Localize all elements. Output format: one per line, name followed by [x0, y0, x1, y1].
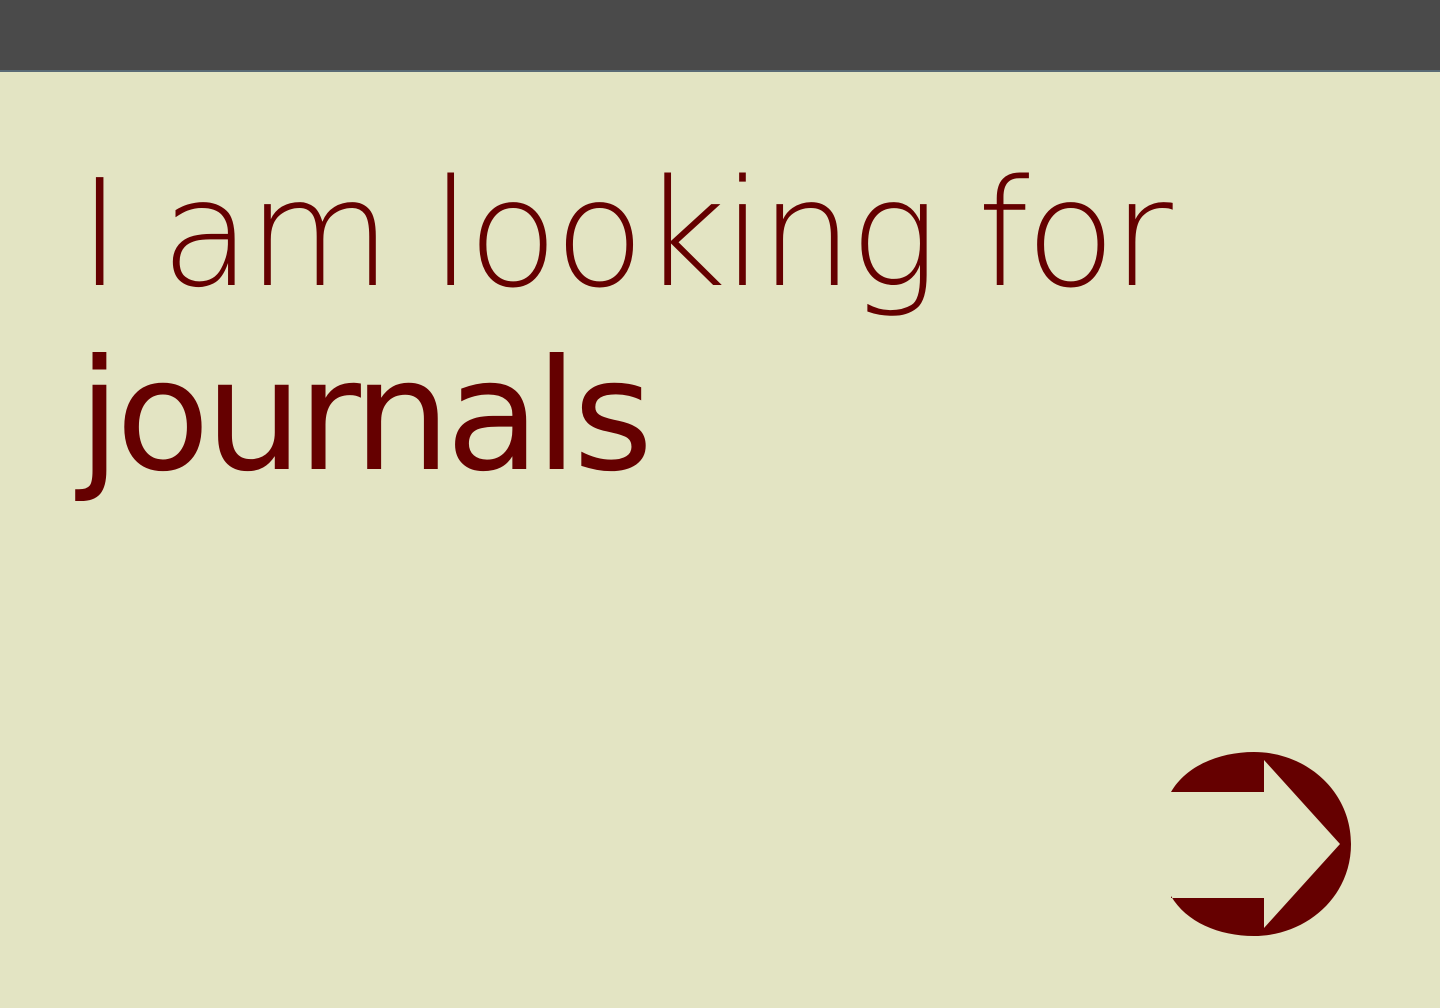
- top-bar: [0, 0, 1440, 72]
- prompt-text: I am looking for: [78, 148, 1173, 320]
- page: I am looking for journals: [0, 0, 1440, 1008]
- arrow-right-icon: [1168, 748, 1358, 940]
- search-heading: I am looking for journals: [78, 160, 1278, 494]
- category-text[interactable]: journals: [78, 340, 1278, 494]
- next-button[interactable]: [1168, 748, 1358, 940]
